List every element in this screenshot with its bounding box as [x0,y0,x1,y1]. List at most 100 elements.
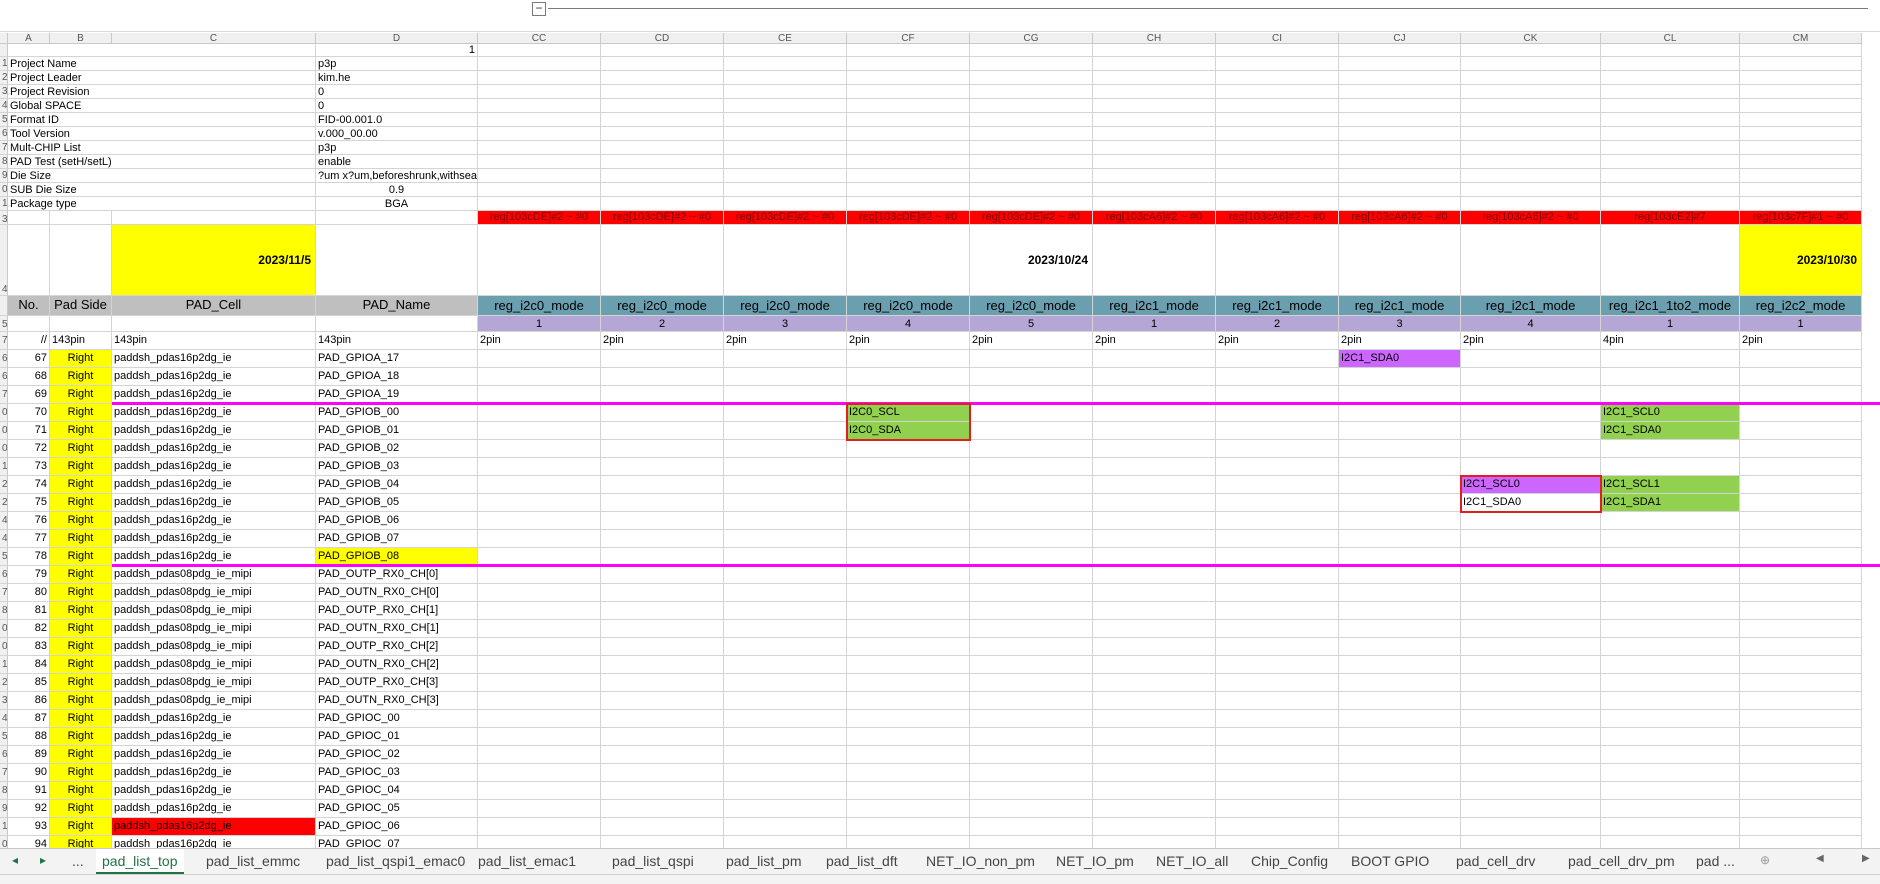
pad-cell-name[interactable]: paddsh_pdas08pdg_ie_mipi [112,674,316,692]
cell[interactable] [1339,800,1461,818]
column-header-cj[interactable]: CJ [1339,33,1461,44]
cell[interactable] [724,440,847,458]
project-info-label[interactable]: Tool Version [8,127,316,141]
pad-name[interactable]: PAD_GPIOB_02 [316,440,478,458]
sheet-tab-pad-list-qspi[interactable]: pad_list_qspi [606,849,700,875]
row-header[interactable]: 0 [0,638,8,656]
pad-name[interactable]: PAD_OUTP_RX0_CH[1] [316,602,478,620]
cell[interactable] [8,211,50,225]
cell[interactable] [601,225,724,296]
cell[interactable] [601,99,724,113]
cell[interactable] [1339,512,1461,530]
cell[interactable] [847,458,970,476]
cell[interactable] [847,57,970,71]
cell[interactable] [478,602,601,620]
cell[interactable] [1093,656,1216,674]
cell[interactable]: 143pin [316,332,478,350]
cell[interactable] [1601,818,1740,836]
pad-cell-name[interactable]: paddsh_pdas08pdg_ie_mipi [112,602,316,620]
row-header[interactable]: 3 [0,692,8,710]
pin-count-cell[interactable]: 2pin [1740,332,1862,350]
reg-address-cell[interactable]: reg[103cDE]#2 ~ #0 [970,211,1093,225]
cell[interactable] [724,99,847,113]
row-header[interactable] [0,44,8,57]
cell[interactable] [970,728,1093,746]
pad-number[interactable]: 68 [8,368,50,386]
cell[interactable] [1216,113,1339,127]
cell[interactable] [478,113,601,127]
reg-address-cell[interactable]: reg[103cDE]#2 ~ #0 [847,211,970,225]
mode-index-cell[interactable]: 4 [847,316,970,332]
cell[interactable] [478,494,601,512]
cell[interactable] [724,692,847,710]
cell[interactable] [1216,127,1339,141]
prev-sheet-icon[interactable]: ◂ [12,853,18,867]
cell[interactable] [601,113,724,127]
cell[interactable] [1093,57,1216,71]
cell[interactable] [970,584,1093,602]
cell[interactable] [724,141,847,155]
pad-cell-name[interactable]: paddsh_pdas16p2dg_ie [112,764,316,782]
column-header-cd[interactable]: CD [601,33,724,44]
cell[interactable] [1216,728,1339,746]
cell[interactable] [1216,674,1339,692]
cell[interactable] [478,512,601,530]
cell[interactable] [478,57,601,71]
cell[interactable] [847,764,970,782]
cell[interactable] [847,71,970,85]
pad-side[interactable]: Right [50,422,112,440]
pad-side[interactable]: Right [50,440,112,458]
row-header[interactable]: 1 [0,458,8,476]
pad-side[interactable]: Right [50,476,112,494]
pad-cell-name[interactable]: paddsh_pdas16p2dg_ie [112,404,316,422]
cell[interactable] [970,44,1093,57]
scroll-right-icon[interactable]: ▶ [1862,853,1870,864]
cell[interactable] [1339,113,1461,127]
cell[interactable] [478,368,601,386]
row-header[interactable]: 5 [0,316,8,332]
pin-count-cell[interactable]: 2pin [478,332,601,350]
pad-number[interactable]: 83 [8,638,50,656]
cell[interactable] [478,458,601,476]
pad-number[interactable]: 87 [8,710,50,728]
cell[interactable] [1339,746,1461,764]
project-info-label[interactable]: Project Revision [8,85,316,99]
cell[interactable] [1339,476,1461,494]
cell[interactable] [1740,674,1862,692]
cell[interactable] [1339,764,1461,782]
cell[interactable] [1740,782,1862,800]
cell[interactable] [1740,183,1862,197]
cell[interactable] [1461,584,1601,602]
row-header[interactable]: 7 [0,764,8,782]
cell[interactable] [1461,183,1601,197]
cell[interactable] [847,656,970,674]
cell[interactable] [970,782,1093,800]
cell[interactable] [1093,225,1216,296]
pad-name[interactable]: PAD_GPIOC_00 [316,710,478,728]
reg-address-cell[interactable]: reg[103cA6]#2 ~ #0 [1461,211,1601,225]
cell[interactable] [1216,422,1339,440]
cell[interactable] [724,169,847,183]
cell[interactable] [1461,113,1601,127]
cell[interactable] [724,404,847,422]
column-header-cl[interactable]: CL [1601,33,1740,44]
cell[interactable] [1216,494,1339,512]
project-info-label[interactable]: Project Leader [8,71,316,85]
cell[interactable] [724,422,847,440]
cell[interactable] [1339,728,1461,746]
cell[interactable] [601,44,724,57]
row-header[interactable]: 8 [0,155,8,169]
cell[interactable] [1216,764,1339,782]
cell[interactable] [1216,57,1339,71]
cell[interactable] [1093,113,1216,127]
cell[interactable] [1601,85,1740,99]
scroll-left-icon[interactable]: ◀ [1816,853,1824,864]
pad-side[interactable]: Right [50,548,112,566]
pad-cell-name[interactable]: paddsh_pdas16p2dg_ie [112,782,316,800]
cell[interactable] [1216,440,1339,458]
cell[interactable] [1216,225,1339,296]
cell[interactable] [1740,141,1862,155]
pin-count-cell[interactable]: 2pin [970,332,1093,350]
cell[interactable] [970,818,1093,836]
pad-number[interactable]: 70 [8,404,50,422]
